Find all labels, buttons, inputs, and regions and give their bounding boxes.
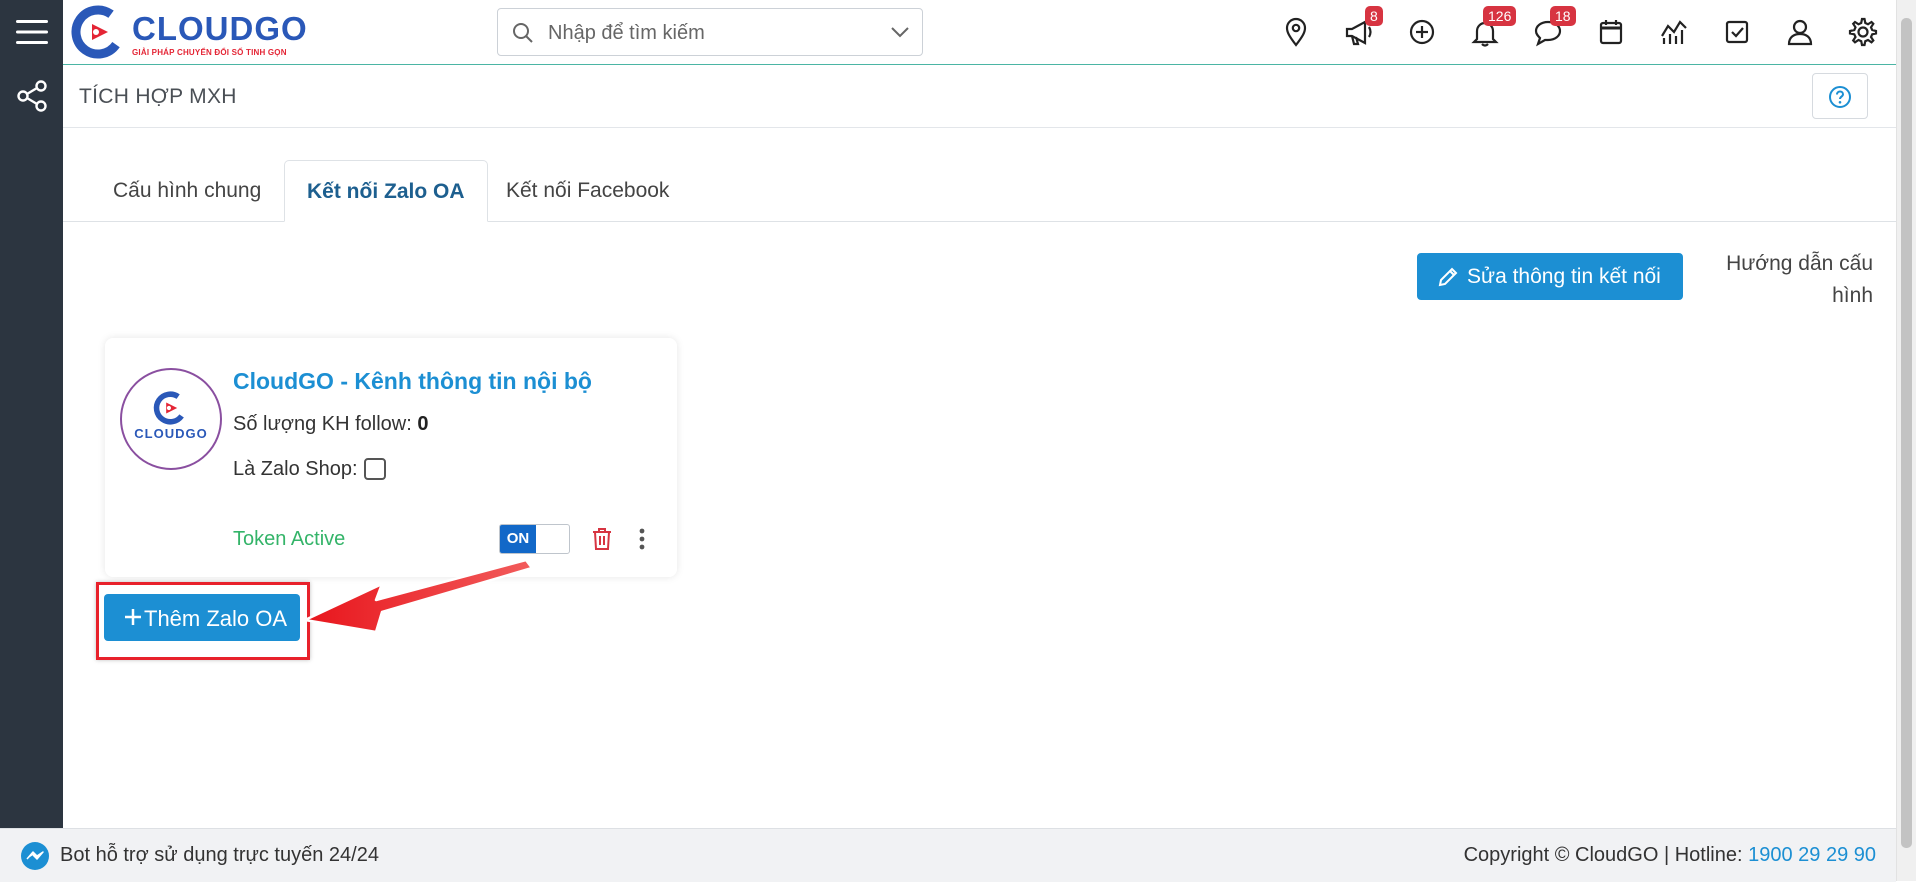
top-header: CLOUDGO GIẢI PHÁP CHUYỂN ĐỔI SỐ TINH GỌN…: [63, 0, 1896, 65]
calendar-icon[interactable]: [1595, 16, 1627, 48]
hamburger-menu-icon[interactable]: [14, 14, 50, 50]
page-title-bar: TÍCH HỢP MXH: [63, 65, 1896, 128]
plus-circle-icon[interactable]: [1406, 16, 1438, 48]
tab-general-config[interactable]: Cấu hình chung: [91, 160, 283, 221]
chat-bubble-icon[interactable]: 18: [1532, 6, 1576, 48]
bell-icon[interactable]: 126: [1469, 6, 1517, 48]
hotline-number[interactable]: 1900 29 29 90: [1748, 844, 1876, 866]
copyright-line: Copyright © CloudGO | Hotline: 1900 29 2…: [1464, 844, 1876, 867]
pencil-icon: [1438, 267, 1458, 287]
add-zalo-oa-button[interactable]: Thêm Zalo OA: [104, 594, 300, 641]
annotation-arrow-icon: [303, 560, 534, 634]
checkbox-icon[interactable]: [1721, 16, 1753, 48]
chat-badge: 18: [1550, 6, 1576, 26]
trash-icon[interactable]: [591, 527, 613, 551]
brand-name: CLOUDGO: [132, 10, 308, 47]
messenger-icon[interactable]: [20, 841, 50, 871]
follow-count-row: Số lượng KH follow: 0: [233, 413, 429, 436]
copyright-text: Copyright © CloudGO | Hotline:: [1463, 844, 1749, 866]
oa-avatar: CLOUDGO: [120, 368, 222, 470]
edit-connection-button[interactable]: Sửa thông tin kết nối: [1417, 253, 1683, 300]
zalo-oa-card: CLOUDGO CloudGO - Kênh thông tin nội bộ …: [105, 338, 677, 577]
bot-support-text[interactable]: Bot hỗ trợ sử dụng trực tuyến 24/24: [60, 844, 379, 867]
add-zalo-oa-label: Thêm Zalo OA: [144, 606, 288, 631]
footer: Bot hỗ trợ sử dụng trực tuyến 24/24 Copy…: [0, 828, 1896, 882]
search-box[interactable]: [497, 8, 923, 56]
tab-facebook[interactable]: Kết nối Facebook: [484, 160, 691, 221]
plus-icon: [125, 609, 141, 625]
search-icon: [513, 23, 533, 43]
more-options-icon[interactable]: [637, 527, 647, 551]
tab-zalo-oa[interactable]: Kết nối Zalo OA: [284, 160, 488, 222]
left-sidebar: [0, 0, 63, 828]
token-status: Token Active: [233, 528, 346, 550]
line-chart-icon[interactable]: [1658, 16, 1690, 48]
tab-bar: Cấu hình chung Kết nối Zalo OA Kết nối F…: [63, 160, 1896, 222]
chevron-down-icon[interactable]: [890, 25, 910, 39]
edit-connection-label: Sửa thông tin kết nối: [1467, 265, 1661, 288]
zalo-shop-checkbox[interactable]: [363, 458, 386, 480]
help-button[interactable]: [1812, 73, 1868, 119]
megaphone-icon[interactable]: 8: [1343, 6, 1383, 48]
oa-name[interactable]: CloudGO - Kênh thông tin nội bộ: [233, 368, 592, 395]
gear-icon[interactable]: [1847, 16, 1879, 48]
zalo-shop-label: Là Zalo Shop:: [233, 458, 358, 480]
vertical-scrollbar[interactable]: [1896, 0, 1916, 881]
cloudgo-avatar-logo-icon: [153, 391, 187, 425]
bell-badge: 126: [1483, 6, 1517, 26]
share-icon[interactable]: [14, 78, 50, 114]
page-title: TÍCH HỢP MXH: [79, 85, 237, 108]
zalo-shop-row: Là Zalo Shop:: [233, 458, 386, 481]
toggle-on-label: ON: [500, 525, 536, 553]
cloudgo-logo[interactable]: CLOUDGO GIẢI PHÁP CHUYỂN ĐỔI SỐ TINH GỌN: [68, 4, 308, 60]
question-circle-icon: [1829, 86, 1851, 108]
avatar-brand-word: CLOUDGO: [134, 426, 208, 441]
follow-count-label: Số lượng KH follow:: [233, 413, 412, 435]
follow-count-value: 0: [417, 413, 429, 435]
user-icon[interactable]: [1784, 16, 1816, 48]
config-guide-link[interactable]: Hướng dẫn cấu hình: [1716, 248, 1873, 312]
location-pin-icon[interactable]: [1280, 16, 1312, 48]
megaphone-badge: 8: [1365, 6, 1383, 26]
scrollbar-thumb[interactable]: [1901, 18, 1912, 848]
brand-tagline: GIẢI PHÁP CHUYỂN ĐỔI SỐ TINH GỌN: [132, 48, 287, 57]
oa-active-toggle[interactable]: ON: [499, 524, 570, 554]
search-input[interactable]: [548, 19, 868, 47]
